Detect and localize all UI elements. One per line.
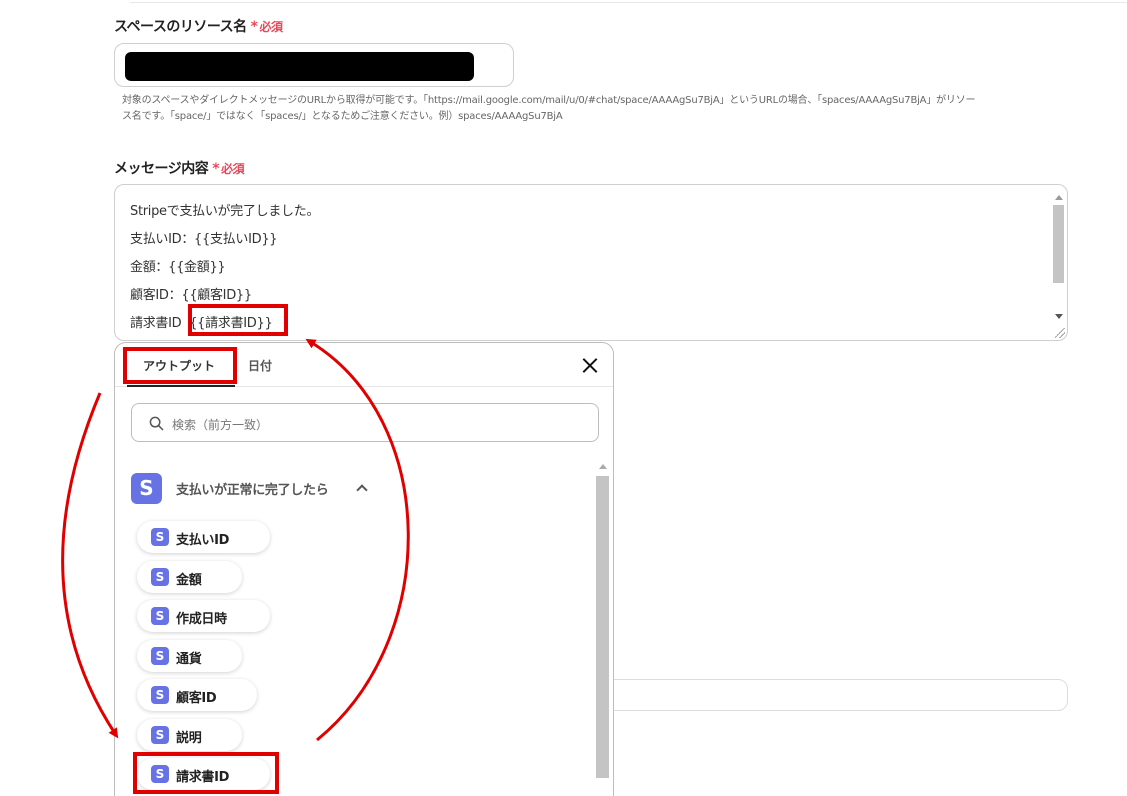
space-resource-helper: 対象のスペースやダイレクトメッセージのURLから取得が可能です。「https:/… bbox=[122, 93, 1072, 125]
output-item-label: 作成日時 bbox=[176, 612, 227, 627]
message-content-label: メッセージ内容 * 必須 bbox=[114, 158, 245, 178]
space-resource-label-text: スペースのリソース名 bbox=[114, 19, 247, 35]
scroll-up-arrow-icon[interactable] bbox=[599, 464, 607, 469]
output-item-created-at[interactable]: S 作成日時 bbox=[137, 600, 270, 632]
group-title[interactable]: 支払いが正常に完了したら bbox=[176, 479, 329, 498]
required-badge: * 必須 bbox=[250, 19, 283, 35]
top-divider bbox=[130, 2, 1127, 3]
message-line: 金額：{{金額}} bbox=[130, 260, 226, 275]
message-line: 顧客ID：{{顧客ID}} bbox=[130, 288, 252, 303]
resize-grip-icon[interactable] bbox=[1055, 328, 1065, 338]
scroll-up-arrow-icon[interactable] bbox=[1055, 195, 1063, 200]
stripe-icon: S bbox=[151, 726, 169, 744]
output-item-amount[interactable]: S 金額 bbox=[137, 561, 242, 593]
output-item-label: 説明 bbox=[176, 731, 202, 746]
search-input[interactable]: 検索（前方一致） bbox=[131, 403, 599, 442]
required-text: 必須 bbox=[221, 162, 245, 176]
scrollbar-thumb[interactable] bbox=[1053, 205, 1064, 283]
close-icon[interactable] bbox=[577, 353, 603, 379]
scrollbar-thumb[interactable] bbox=[596, 476, 609, 778]
helper-line-2: ス名です。「space/」ではなく「spaces/」となるためご注意ください。例… bbox=[122, 111, 563, 122]
invoice-id-token: {{請求書ID}} bbox=[189, 316, 273, 331]
message-line: Stripeで支払いが完了しました。 bbox=[130, 204, 320, 219]
stripe-icon: S bbox=[151, 765, 169, 783]
stripe-icon: S bbox=[151, 568, 169, 586]
output-item-payment-id[interactable]: S 支払いID bbox=[137, 521, 270, 553]
stripe-icon: S bbox=[151, 686, 169, 704]
scroll-down-arrow-icon[interactable] bbox=[1055, 314, 1063, 319]
background-input[interactable] bbox=[600, 679, 1068, 711]
output-item-label: 通貨 bbox=[176, 652, 202, 667]
space-resource-input[interactable] bbox=[114, 43, 514, 87]
popup-scrollbar[interactable] bbox=[595, 458, 610, 796]
required-badge: * 必須 bbox=[212, 161, 245, 177]
output-item-label: 支払いID bbox=[176, 533, 230, 548]
output-item-currency[interactable]: S 通貨 bbox=[137, 640, 242, 672]
output-picker-popup: アウトプット 日付 検索（前方一致） S 支払いが正常に完了したら S 支払いI… bbox=[114, 342, 614, 796]
space-resource-label: スペースのリソース名 * 必須 bbox=[114, 16, 283, 36]
arrow-down bbox=[61, 392, 119, 739]
stripe-icon: S bbox=[151, 647, 169, 665]
message-content-textarea[interactable]: Stripeで支払いが完了しました。 支払いID：{{支払いID}} 金額：{{… bbox=[114, 184, 1068, 341]
output-item-label: 請求書ID bbox=[176, 770, 230, 785]
active-tab-indicator bbox=[127, 385, 235, 387]
message-line: 請求書ID {{請求書ID}} bbox=[130, 312, 273, 331]
message-line-prefix: 請求書ID bbox=[130, 316, 182, 331]
redacted-value bbox=[125, 52, 474, 81]
textarea-scrollbar[interactable] bbox=[1052, 189, 1065, 325]
message-content-label-text: メッセージ内容 bbox=[114, 161, 209, 177]
output-item-customer-id[interactable]: S 顧客ID bbox=[137, 679, 257, 711]
tab-output[interactable]: アウトプット bbox=[143, 357, 215, 374]
output-item-label: 顧客ID bbox=[176, 691, 217, 706]
required-star: * bbox=[250, 19, 258, 35]
required-star: * bbox=[212, 161, 220, 177]
required-text: 必須 bbox=[259, 20, 283, 34]
stripe-icon: S bbox=[151, 528, 169, 546]
message-line: 支払いID：{{支払いID}} bbox=[130, 232, 278, 247]
search-placeholder: 検索（前方一致） bbox=[172, 418, 269, 432]
output-item-description[interactable]: S 説明 bbox=[137, 719, 242, 751]
stripe-icon: S bbox=[131, 473, 162, 504]
search-icon bbox=[149, 416, 164, 431]
helper-line-1: 対象のスペースやダイレクトメッセージのURLから取得が可能です。「https:/… bbox=[122, 95, 976, 106]
stripe-icon: S bbox=[151, 607, 169, 625]
output-item-invoice-id[interactable]: S 請求書ID bbox=[137, 758, 270, 790]
chevron-up-icon[interactable] bbox=[356, 484, 368, 496]
output-item-label: 金額 bbox=[176, 573, 202, 588]
tab-date[interactable]: 日付 bbox=[248, 357, 272, 374]
